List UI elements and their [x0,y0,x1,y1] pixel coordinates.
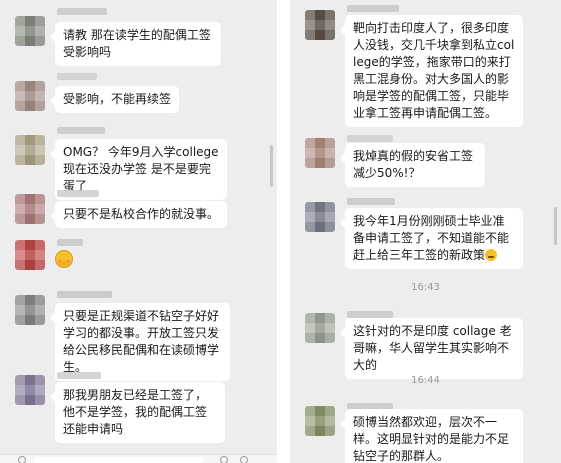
sender-name [57,190,99,197]
sender-name [347,311,393,318]
avatar[interactable] [15,81,45,111]
sender-name [57,372,101,379]
input-bar [0,454,277,463]
shy-emoji-icon [55,250,73,268]
message-bubble[interactable]: 那我男朋友已经是工签了，他不是学签，我的配偶工签还能申请吗 [50,382,225,443]
avatar[interactable] [15,375,45,405]
chat-panel-left: 请教 那在读学生的配偶工签受影响吗 受影响，不能再续签 OMG？ 今年9月入学c… [0,0,277,463]
avatar[interactable] [305,138,335,168]
sender-name [57,291,112,298]
message-bubble[interactable]: 只要不是私校合作的就没事。 [49,201,228,228]
message-bubble[interactable]: 靶向打击印度人了，很多印度人没钱，交几千块拿到私立college的学签，拖家带口… [340,15,523,127]
scrollbar[interactable] [270,145,273,187]
message-bubble[interactable]: 这针对的不是印度 collage 老哥嘛，华人留学生其实影响不大的 [340,318,523,379]
message-bubble[interactable]: 请教 那在读学生的配偶工签受影响吗 [50,22,221,66]
sad-emoji-icon [485,249,498,261]
sender-name [347,5,399,12]
avatar[interactable] [15,295,45,325]
scrollbar[interactable] [554,207,557,245]
sender-name [347,198,395,205]
message-bubble[interactable]: 受影响，不能再续签 [49,86,180,113]
emoji-icon[interactable] [220,456,228,463]
avatar[interactable] [305,10,335,40]
avatar[interactable] [15,240,45,270]
sender-name [57,73,97,80]
avatar[interactable] [305,406,335,436]
message-bubble[interactable]: 只要是正规渠道不钻空子好好学习的都没事。开放工签只发给公民移民配偶和在读硕博学生… [50,303,230,381]
avatar[interactable] [15,194,45,224]
sender-name [57,239,83,246]
message-bubble[interactable]: 硕博当然都欢迎，层次不一样。这明显针对的是能力不足钻空子的那群人。 [340,409,523,463]
message-input[interactable] [34,457,204,463]
message-bubble[interactable]: 我焯真的假的安省工签减少50%!？ [340,143,485,187]
voice-icon[interactable] [18,456,26,463]
message-bubble[interactable]: 我今年1月份刚刚硕士毕业准备申请工签了，不知道能不能赶上给三年工签的新政策 [340,208,523,269]
chat-panel-right: 靶向打击印度人了，很多印度人没钱，交几千块拿到私立college的学签，拖家带口… [290,0,561,463]
add-icon[interactable] [240,456,248,463]
avatar[interactable] [15,135,45,165]
sender-name [57,127,105,134]
avatar[interactable] [305,202,335,232]
sender-name [57,8,107,15]
avatar[interactable] [15,16,45,46]
avatar[interactable] [305,313,335,343]
timestamp: 16:43 [411,282,440,293]
timestamp: 16:44 [411,375,440,386]
sender-name [347,135,393,142]
